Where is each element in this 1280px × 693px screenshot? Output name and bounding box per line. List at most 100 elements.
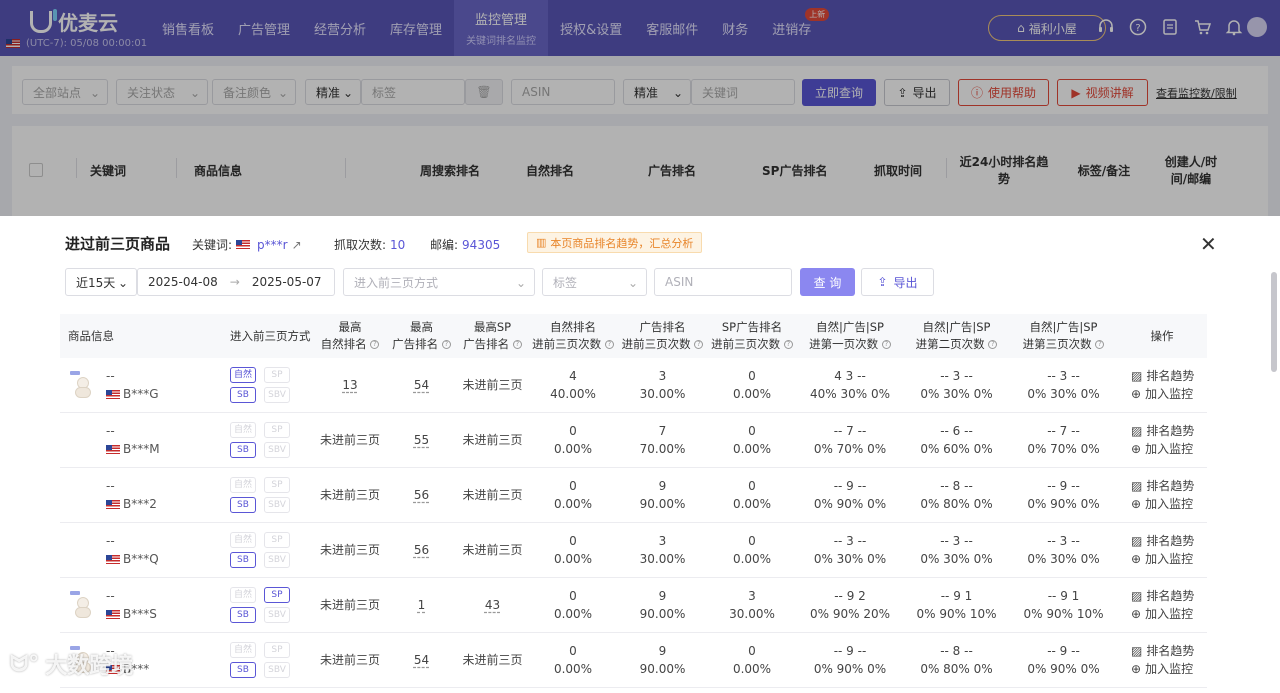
question-icon[interactable]: ?: [512, 340, 522, 349]
th-page1-count[interactable]: 自然|广告|SP 进第一页次数 ?: [797, 314, 903, 358]
page2-pct: 0% 80% 0%: [920, 497, 993, 511]
add-monitor-link[interactable]: ⊕ 加入监控: [1131, 660, 1207, 678]
product-asin[interactable]: B***Q: [123, 552, 159, 566]
rank-trend-link[interactable]: ▨ 排名趋势: [1131, 422, 1207, 440]
best-organic-rank[interactable]: 未进前三页: [320, 488, 380, 502]
tag-sbv: SBV: [264, 607, 290, 623]
watermark: ᗢ° 大数跨境: [10, 651, 134, 680]
product-asin[interactable]: B***M: [123, 442, 160, 456]
entry-method-tags: 自然 SP SB SBV: [222, 367, 314, 403]
product-name[interactable]: --: [106, 367, 159, 385]
question-icon[interactable]: ?: [604, 340, 614, 349]
ad-pct: 70.00%: [639, 442, 686, 456]
tag-organic: 自然: [230, 587, 256, 603]
best-organic-rank[interactable]: 未进前三页: [320, 653, 380, 667]
page1-pct: 0% 90% 0%: [813, 662, 887, 676]
best-organic-rank[interactable]: 未进前三页: [320, 543, 380, 557]
product-thumbnail[interactable]: [70, 591, 96, 619]
date-range-picker[interactable]: 2025-04-08 → 2025-05-07: [137, 268, 335, 296]
thumbnail-part: [75, 387, 91, 398]
best-ad-rank[interactable]: 54: [414, 378, 429, 392]
best-ad-rank[interactable]: 54: [414, 653, 429, 667]
table-header-row: 商品信息 进入前三页方式 最高 自然排名 ? 最高 广告排名 ? 最高SP 广告排名 …: [60, 314, 1207, 358]
question-icon[interactable]: ?: [370, 340, 380, 349]
best-sp-rank[interactable]: 43: [485, 598, 500, 612]
th-ad-count[interactable]: 广告排名 进前三页次数 ?: [618, 314, 707, 358]
table-row: -- B***G 自然 SP SB SBV 13 54 未进前三页 4 40.00% 3…: [60, 358, 1207, 413]
best-sp-rank[interactable]: 未进前三页: [462, 543, 522, 557]
ad-count: 7: [658, 424, 667, 438]
tag-sb: SB: [230, 662, 256, 678]
best-ad-rank[interactable]: 56: [414, 488, 429, 502]
page3-counts: -- 3 --: [1047, 534, 1080, 548]
add-monitor-link[interactable]: ⊕ 加入监控: [1131, 440, 1207, 458]
th-best-organic[interactable]: 最高 自然排名 ?: [314, 314, 386, 358]
trend-summary-banner[interactable]: ▥ 本页商品排名趋势，汇总分析: [527, 232, 703, 253]
product-asin[interactable]: B***G: [123, 387, 159, 401]
product-name[interactable]: --: [106, 532, 159, 550]
modal-export-button[interactable]: ⇪ 导出: [861, 268, 934, 296]
tag-sb: SB: [230, 442, 256, 458]
best-ad-rank[interactable]: 1: [418, 598, 426, 612]
product-name[interactable]: --: [106, 422, 160, 440]
organic-pct: 0.00%: [553, 607, 593, 621]
keyword-info: 关键词: p***r ↗: [192, 237, 302, 253]
question-icon[interactable]: ?: [1095, 340, 1105, 349]
trend-chart-icon: ▨: [1131, 589, 1143, 603]
th-page3-count[interactable]: 自然|广告|SP 进第三页次数 ?: [1010, 314, 1117, 358]
top3-products-table: 商品信息 进入前三页方式 最高 自然排名 ? 最高 广告排名 ? 最高SP 广告排名 …: [60, 314, 1207, 688]
table-row: -- B***2 自然 SP SB SBV 未进前三页 56 未进前三页 0 0.00%…: [60, 467, 1207, 523]
organic-pct: 40.00%: [550, 387, 596, 401]
add-monitor-link[interactable]: ⊕ 加入监控: [1131, 385, 1207, 403]
best-sp-rank[interactable]: 未进前三页: [462, 378, 522, 392]
rank-trend-link[interactable]: ▨ 排名趋势: [1131, 642, 1207, 660]
question-icon[interactable]: ?: [988, 340, 998, 349]
th-best-sp[interactable]: 最高SP 广告排名 ?: [457, 314, 528, 358]
product-name[interactable]: --: [106, 587, 157, 605]
fetch-count-info: 抓取次数: 10: [334, 237, 406, 253]
sp-pct: 0.00%: [732, 662, 772, 676]
best-organic-rank[interactable]: 13: [342, 378, 357, 392]
us-flag-icon: [106, 555, 120, 564]
th-sp-count[interactable]: SP广告排名 进前三页次数 ?: [707, 314, 797, 358]
th-best-ad[interactable]: 最高 广告排名 ?: [386, 314, 457, 358]
add-monitor-link[interactable]: ⊕ 加入监控: [1131, 495, 1207, 513]
best-ad-rank[interactable]: 55: [414, 433, 429, 447]
question-icon[interactable]: ?: [783, 340, 793, 349]
organic-count: 4: [569, 369, 577, 383]
product-name[interactable]: --: [106, 477, 157, 495]
th-page2-count[interactable]: 自然|广告|SP 进第二页次数 ?: [903, 314, 1010, 358]
external-link-icon[interactable]: ↗: [292, 238, 302, 252]
modal-tag-select[interactable]: 标签 ⌄: [542, 268, 647, 296]
best-organic-rank[interactable]: 未进前三页: [320, 598, 380, 612]
rank-trend-link[interactable]: ▨ 排名趋势: [1131, 477, 1207, 495]
sp-count: 0: [748, 534, 756, 548]
best-organic-rank[interactable]: 未进前三页: [320, 433, 380, 447]
sp-count: 0: [748, 424, 756, 438]
vertical-scrollbar[interactable]: [1271, 272, 1277, 372]
product-asin[interactable]: B***S: [123, 607, 157, 621]
modal-asin-input[interactable]: ASIN: [654, 268, 792, 296]
rank-trend-link[interactable]: ▨ 排名趋势: [1131, 587, 1207, 605]
best-ad-rank[interactable]: 56: [414, 543, 429, 557]
date-range-select[interactable]: 近15天 ⌄: [65, 268, 137, 296]
modal-query-button[interactable]: 查 询: [800, 268, 855, 296]
best-sp-rank[interactable]: 未进前三页: [462, 653, 522, 667]
question-icon[interactable]: ?: [441, 340, 451, 349]
best-sp-rank[interactable]: 未进前三页: [462, 433, 522, 447]
question-icon[interactable]: ?: [881, 340, 891, 349]
modal-overlay[interactable]: [0, 0, 1280, 216]
product-asin[interactable]: B***2: [123, 497, 157, 511]
add-monitor-link[interactable]: ⊕ 加入监控: [1131, 550, 1207, 568]
th-organic-count[interactable]: 自然排名 进前三页次数 ?: [528, 314, 618, 358]
add-monitor-link[interactable]: ⊕ 加入监控: [1131, 605, 1207, 623]
question-icon[interactable]: ?: [694, 340, 704, 349]
rank-trend-link[interactable]: ▨ 排名趋势: [1131, 367, 1207, 385]
close-icon[interactable]: ✕: [1200, 232, 1217, 256]
rank-trend-link[interactable]: ▨ 排名趋势: [1131, 532, 1207, 550]
chevron-down-icon: ⌄: [515, 276, 526, 290]
entry-method-select[interactable]: 进入前三页方式 ⌄: [343, 268, 535, 296]
plus-circle-icon: ⊕: [1131, 662, 1142, 676]
product-thumbnail[interactable]: [70, 371, 96, 399]
best-sp-rank[interactable]: 未进前三页: [462, 488, 522, 502]
